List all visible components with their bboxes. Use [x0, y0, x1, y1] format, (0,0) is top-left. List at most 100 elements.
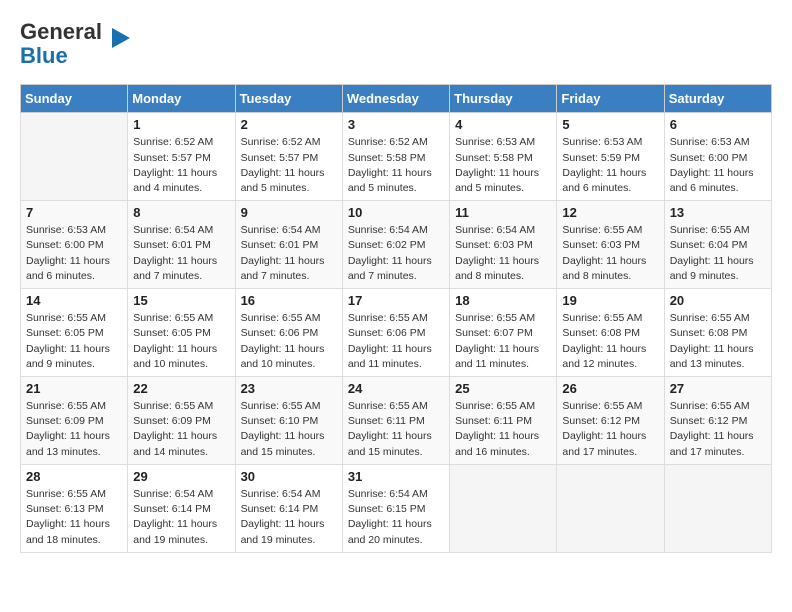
day-number: 14 [26, 293, 122, 308]
day-number: 25 [455, 381, 551, 396]
day-cell: 23 Sunrise: 6:55 AM Sunset: 6:10 PM Dayli… [235, 377, 342, 465]
week-row-1: 1 Sunrise: 6:52 AM Sunset: 5:57 PM Daylig… [21, 113, 772, 201]
day-info: Sunrise: 6:52 AM Sunset: 5:58 PM Dayligh… [348, 135, 444, 196]
day-info: Sunrise: 6:52 AM Sunset: 5:57 PM Dayligh… [241, 135, 337, 196]
day-cell: 9 Sunrise: 6:54 AM Sunset: 6:01 PM Daylig… [235, 201, 342, 289]
page-header: General Blue [20, 20, 772, 68]
day-number: 26 [562, 381, 658, 396]
day-number: 13 [670, 205, 766, 220]
day-number: 2 [241, 117, 337, 132]
day-number: 27 [670, 381, 766, 396]
day-info: Sunrise: 6:54 AM Sunset: 6:01 PM Dayligh… [241, 223, 337, 284]
column-header-monday: Monday [128, 85, 235, 113]
day-cell: 13 Sunrise: 6:55 AM Sunset: 6:04 PM Dayli… [664, 201, 771, 289]
day-number: 19 [562, 293, 658, 308]
day-number: 7 [26, 205, 122, 220]
day-cell [557, 464, 664, 552]
day-number: 22 [133, 381, 229, 396]
day-number: 24 [348, 381, 444, 396]
day-cell: 16 Sunrise: 6:55 AM Sunset: 6:06 PM Dayli… [235, 289, 342, 377]
day-cell: 26 Sunrise: 6:55 AM Sunset: 6:12 PM Dayli… [557, 377, 664, 465]
day-info: Sunrise: 6:55 AM Sunset: 6:12 PM Dayligh… [670, 399, 766, 460]
day-number: 4 [455, 117, 551, 132]
day-cell: 18 Sunrise: 6:55 AM Sunset: 6:07 PM Dayli… [450, 289, 557, 377]
day-cell: 28 Sunrise: 6:55 AM Sunset: 6:13 PM Dayli… [21, 464, 128, 552]
week-row-2: 7 Sunrise: 6:53 AM Sunset: 6:00 PM Daylig… [21, 201, 772, 289]
day-number: 23 [241, 381, 337, 396]
day-cell: 30 Sunrise: 6:54 AM Sunset: 6:14 PM Dayli… [235, 464, 342, 552]
day-cell: 25Sunrise: 6:55 AM Sunset: 6:11 PM Dayli… [450, 377, 557, 465]
day-info: Sunrise: 6:54 AM Sunset: 6:01 PM Dayligh… [133, 223, 229, 284]
day-info: Sunrise: 6:54 AM Sunset: 6:14 PM Dayligh… [133, 487, 229, 548]
day-number: 9 [241, 205, 337, 220]
logo-icon [106, 24, 134, 57]
day-cell: 29 Sunrise: 6:54 AM Sunset: 6:14 PM Dayli… [128, 464, 235, 552]
day-info: Sunrise: 6:55 AM Sunset: 6:09 PM Dayligh… [133, 399, 229, 460]
day-cell: 2 Sunrise: 6:52 AM Sunset: 5:57 PM Daylig… [235, 113, 342, 201]
day-info: Sunrise: 6:54 AM Sunset: 6:15 PM Dayligh… [348, 487, 444, 548]
day-number: 18 [455, 293, 551, 308]
day-cell [664, 464, 771, 552]
day-info: Sunrise: 6:53 AM Sunset: 6:00 PM Dayligh… [26, 223, 122, 284]
day-number: 21 [26, 381, 122, 396]
day-info: Sunrise: 6:53 AM Sunset: 6:00 PM Dayligh… [670, 135, 766, 196]
day-cell: 20 Sunrise: 6:55 AM Sunset: 6:08 PM Dayli… [664, 289, 771, 377]
day-number: 28 [26, 469, 122, 484]
day-number: 16 [241, 293, 337, 308]
day-cell: 11Sunrise: 6:54 AM Sunset: 6:03 PM Dayli… [450, 201, 557, 289]
day-info: Sunrise: 6:55 AM Sunset: 6:05 PM Dayligh… [133, 311, 229, 372]
week-row-4: 21 Sunrise: 6:55 AM Sunset: 6:09 PM Dayli… [21, 377, 772, 465]
day-info: Sunrise: 6:55 AM Sunset: 6:12 PM Dayligh… [562, 399, 658, 460]
day-info: Sunrise: 6:53 AM Sunset: 5:58 PM Dayligh… [455, 135, 551, 196]
day-info: Sunrise: 6:54 AM Sunset: 6:03 PM Dayligh… [455, 223, 551, 284]
day-cell: 22 Sunrise: 6:55 AM Sunset: 6:09 PM Dayli… [128, 377, 235, 465]
day-cell: 7 Sunrise: 6:53 AM Sunset: 6:00 PM Daylig… [21, 201, 128, 289]
day-info: Sunrise: 6:55 AM Sunset: 6:10 PM Dayligh… [241, 399, 337, 460]
day-cell: 17 Sunrise: 6:55 AM Sunset: 6:06 PM Dayli… [342, 289, 449, 377]
day-cell: 19 Sunrise: 6:55 AM Sunset: 6:08 PM Dayli… [557, 289, 664, 377]
day-number: 17 [348, 293, 444, 308]
day-cell: 31 Sunrise: 6:54 AM Sunset: 6:15 PM Dayli… [342, 464, 449, 552]
column-header-tuesday: Tuesday [235, 85, 342, 113]
day-cell: 5Sunrise: 6:53 AM Sunset: 5:59 PM Daylig… [557, 113, 664, 201]
day-info: Sunrise: 6:55 AM Sunset: 6:03 PM Dayligh… [562, 223, 658, 284]
day-info: Sunrise: 6:52 AM Sunset: 5:57 PM Dayligh… [133, 135, 229, 196]
week-row-5: 28 Sunrise: 6:55 AM Sunset: 6:13 PM Dayli… [21, 464, 772, 552]
column-header-wednesday: Wednesday [342, 85, 449, 113]
day-cell: 6Sunrise: 6:53 AM Sunset: 6:00 PM Daylig… [664, 113, 771, 201]
day-info: Sunrise: 6:54 AM Sunset: 6:02 PM Dayligh… [348, 223, 444, 284]
column-header-thursday: Thursday [450, 85, 557, 113]
day-info: Sunrise: 6:55 AM Sunset: 6:04 PM Dayligh… [670, 223, 766, 284]
day-info: Sunrise: 6:55 AM Sunset: 6:06 PM Dayligh… [348, 311, 444, 372]
day-info: Sunrise: 6:55 AM Sunset: 6:09 PM Dayligh… [26, 399, 122, 460]
logo: General Blue [20, 20, 134, 68]
day-cell: 12 Sunrise: 6:55 AM Sunset: 6:03 PM Dayli… [557, 201, 664, 289]
day-cell: 14Sunrise: 6:55 AM Sunset: 6:05 PM Dayli… [21, 289, 128, 377]
column-header-sunday: Sunday [21, 85, 128, 113]
day-number: 20 [670, 293, 766, 308]
header-row: SundayMondayTuesdayWednesdayThursdayFrid… [21, 85, 772, 113]
day-cell: 3Sunrise: 6:52 AM Sunset: 5:58 PM Daylig… [342, 113, 449, 201]
day-info: Sunrise: 6:55 AM Sunset: 6:07 PM Dayligh… [455, 311, 551, 372]
day-number: 1 [133, 117, 229, 132]
day-info: Sunrise: 6:55 AM Sunset: 6:08 PM Dayligh… [670, 311, 766, 372]
day-number: 30 [241, 469, 337, 484]
day-number: 12 [562, 205, 658, 220]
day-cell: 21 Sunrise: 6:55 AM Sunset: 6:09 PM Dayli… [21, 377, 128, 465]
day-cell: 15Sunrise: 6:55 AM Sunset: 6:05 PM Dayli… [128, 289, 235, 377]
day-cell: 8 Sunrise: 6:54 AM Sunset: 6:01 PM Daylig… [128, 201, 235, 289]
day-info: Sunrise: 6:55 AM Sunset: 6:08 PM Dayligh… [562, 311, 658, 372]
day-number: 29 [133, 469, 229, 484]
day-info: Sunrise: 6:55 AM Sunset: 6:13 PM Dayligh… [26, 487, 122, 548]
day-info: Sunrise: 6:55 AM Sunset: 6:06 PM Dayligh… [241, 311, 337, 372]
day-number: 8 [133, 205, 229, 220]
calendar-table: SundayMondayTuesdayWednesdayThursdayFrid… [20, 84, 772, 552]
day-info: Sunrise: 6:54 AM Sunset: 6:14 PM Dayligh… [241, 487, 337, 548]
day-number: 31 [348, 469, 444, 484]
day-cell: 10Sunrise: 6:54 AM Sunset: 6:02 PM Dayli… [342, 201, 449, 289]
week-row-3: 14 Sunrise: 6:55 AM Sunset: 6:05 PM Dayli… [21, 289, 772, 377]
day-cell [21, 113, 128, 201]
column-header-saturday: Saturday [664, 85, 771, 113]
day-info: Sunrise: 6:53 AM Sunset: 5:59 PM Dayligh… [562, 135, 658, 196]
day-info: Sunrise: 6:55 AM Sunset: 6:11 PM Dayligh… [348, 399, 444, 460]
